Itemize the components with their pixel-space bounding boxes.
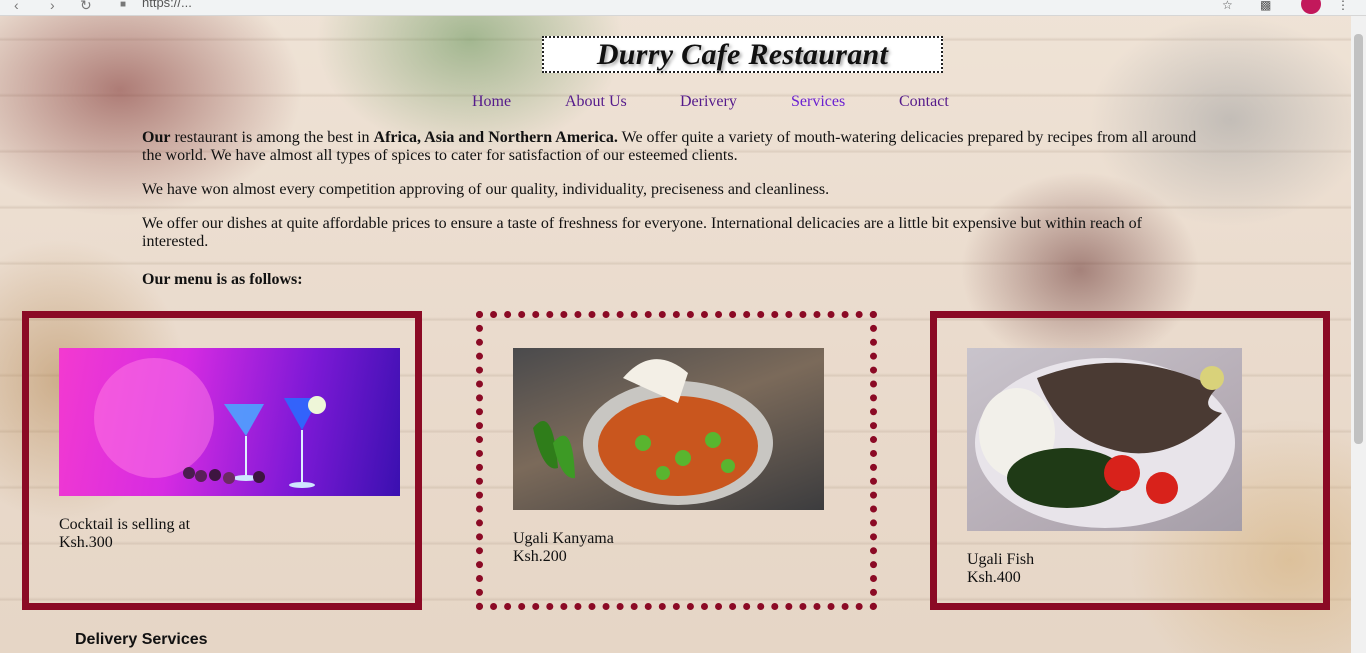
intro-lead: Our: [142, 129, 171, 146]
ugali-fish-image: [967, 348, 1242, 531]
menu-item-name: Ugali Fish: [967, 551, 1035, 568]
profile-avatar[interactable]: [1301, 0, 1321, 14]
intro-paragraph-2: We have won almost every competition app…: [142, 181, 830, 198]
delivery-services-heading: Delivery Services: [75, 631, 208, 648]
menu-card-ugali-kanyama: Ugali Kanyama Ksh.200: [476, 311, 877, 610]
nav-services[interactable]: Services: [791, 92, 845, 112]
reload-icon[interactable]: ↻: [80, 0, 92, 14]
menu-item-name: Cocktail is selling at: [59, 516, 191, 533]
address-bar[interactable]: https://...: [142, 0, 192, 10]
intro-text-a: restaurant is among the best in: [170, 129, 374, 146]
site-title-box: Durry Cafe Restaurant: [542, 36, 943, 73]
back-arrow-icon[interactable]: ‹: [14, 0, 19, 13]
site-title: Durry Cafe Restaurant: [596, 38, 889, 71]
scrollbar-thumb[interactable]: [1354, 34, 1363, 444]
menu-item-ugali-fish: Ugali Fish Ksh.400: [967, 551, 1034, 587]
lock-icon: ■: [120, 0, 127, 10]
intro-paragraph-3: We offer our dishes at quite affordable …: [142, 215, 1142, 250]
star-icon[interactable]: ☆: [1222, 0, 1233, 12]
nav-delivery[interactable]: Derivery: [680, 92, 737, 112]
menu-item-price: Ksh.300: [59, 534, 113, 551]
cocktail-image: [59, 348, 400, 496]
menu-item-cocktail: Cocktail is selling at Ksh.300: [59, 516, 190, 552]
menu-dots-icon[interactable]: ⋮: [1337, 0, 1349, 12]
menu-card-cocktail: Cocktail is selling at Ksh.300: [22, 311, 422, 610]
menu-item-price: Ksh.400: [967, 569, 1021, 586]
forward-arrow-icon[interactable]: ›: [50, 0, 55, 13]
menu-card-ugali-fish: Ugali Fish Ksh.400: [930, 311, 1330, 610]
menu-item-price: Ksh.200: [513, 548, 567, 565]
menu-item-name: Ugali Kanyama: [513, 530, 614, 547]
ugali-kanyama-image: [513, 348, 824, 510]
page-scrollbar[interactable]: [1351, 16, 1366, 653]
browser-toolbar: ‹ › ↻ ■ https://... ☆ ▩ ⋮: [0, 0, 1366, 16]
intro-regions: Africa, Asia and Northern America.: [373, 129, 618, 146]
menu-item-ugali-kanyama: Ugali Kanyama Ksh.200: [513, 530, 614, 566]
intro-paragraph-1: Our restaurant is among the best in Afri…: [142, 129, 1202, 165]
nav-about-us[interactable]: About Us: [565, 92, 627, 112]
menu-heading: Our menu is as follows:: [142, 271, 303, 288]
extension-icon[interactable]: ▩: [1260, 0, 1271, 12]
nav-contact[interactable]: Contact: [899, 92, 949, 112]
nav-home[interactable]: Home: [472, 92, 511, 112]
